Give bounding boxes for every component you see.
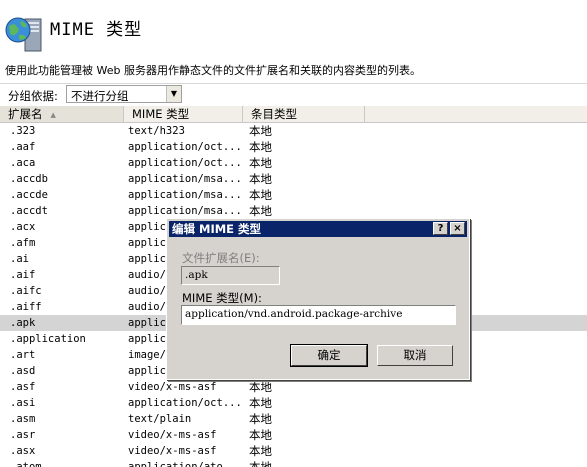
column-header-entry-type[interactable]: 条目类型 <box>243 106 365 122</box>
extension-label: 文件扩展名(E): <box>182 251 260 265</box>
table-row[interactable]: .asr video/x-ms-asf 本地 <box>0 427 587 443</box>
cancel-button[interactable]: 取消 <box>377 345 453 366</box>
table-row[interactable]: .accdt application/msa... 本地 <box>0 203 587 219</box>
group-by-select[interactable]: 不进行分组 ▼ <box>66 85 182 103</box>
group-by-label: 分组依据: <box>8 89 58 103</box>
cell-mime-type: video/x-ms-asf <box>128 445 217 457</box>
mime-type-input[interactable]: application/vnd.android.package-archive <box>181 305 456 325</box>
cell-extension: .apk <box>10 317 36 329</box>
cell-extension: .accdb <box>10 173 48 185</box>
column-headers: 扩展名 ▲ MIME 类型 条目类型 <box>0 106 587 123</box>
edit-mime-type-dialog: 编辑 MIME 类型 ? × 文件扩展名(E): .apk MIME 类型(M)… <box>166 218 470 380</box>
table-row[interactable]: .asx video/x-ms-asf 本地 <box>0 443 587 459</box>
cell-entry-type: 本地 <box>249 396 272 410</box>
cell-extension: .ai <box>10 253 29 265</box>
cell-extension: .asx <box>10 445 36 457</box>
cell-entry-type: 本地 <box>249 444 272 458</box>
cell-mime-type: application/oct... <box>128 157 240 169</box>
cell-entry-type: 本地 <box>249 428 272 442</box>
table-row[interactable]: .atom application/ato... 本地 <box>0 459 587 467</box>
globe-server-icon <box>5 17 42 52</box>
cell-extension: .asr <box>10 429 36 441</box>
table-row[interactable]: .aca application/oct... 本地 <box>0 155 587 171</box>
column-header-mime-type[interactable]: MIME 类型 <box>124 106 243 122</box>
cell-entry-type: 本地 <box>249 156 272 170</box>
cell-extension: .accde <box>10 189 48 201</box>
cell-extension: .aca <box>10 157 36 169</box>
cell-entry-type: 本地 <box>249 124 272 138</box>
cell-extension: .afm <box>10 237 36 249</box>
cell-entry-type: 本地 <box>249 140 272 154</box>
cell-extension: .asm <box>10 413 36 425</box>
cell-extension: .art <box>10 349 36 361</box>
cell-mime-type: video/x-ms-asf <box>128 381 217 393</box>
cell-extension: .aaf <box>10 141 36 153</box>
cell-mime-type: video/x-ms-asf <box>128 429 217 441</box>
cell-extension: .aif <box>10 269 36 281</box>
cell-extension: .atom <box>10 461 42 467</box>
cell-entry-type: 本地 <box>249 172 272 186</box>
page-title: MIME 类型 <box>50 20 143 40</box>
table-row[interactable]: .asf video/x-ms-asf 本地 <box>0 379 587 395</box>
cell-extension: .application <box>10 333 86 345</box>
mime-type-label: MIME 类型(M): <box>182 291 262 305</box>
column-header-extension[interactable]: 扩展名 ▲ <box>0 106 124 122</box>
group-by-value: 不进行分组 <box>71 89 129 103</box>
cell-entry-type: 本地 <box>249 204 272 218</box>
table-row[interactable]: .accde application/msa... 本地 <box>0 187 587 203</box>
help-button[interactable]: ? <box>433 222 448 235</box>
cell-mime-type: text/plain <box>128 413 192 425</box>
table-row[interactable]: .323 text/h323 本地 <box>0 123 587 139</box>
close-button[interactable]: × <box>450 222 465 235</box>
cell-extension: .aiff <box>10 301 42 313</box>
cell-entry-type: 本地 <box>249 460 272 467</box>
cell-entry-type: 本地 <box>249 380 272 394</box>
cell-mime-type: application/msa... <box>128 205 240 217</box>
dialog-title: 编辑 MIME 类型 <box>172 222 262 236</box>
table-row[interactable]: .asi application/oct... 本地 <box>0 395 587 411</box>
table-row[interactable]: .accdb application/msa... 本地 <box>0 171 587 187</box>
cell-mime-type: application/oct... <box>128 141 240 153</box>
cell-extension: .asi <box>10 397 36 409</box>
sort-ascending-icon: ▲ <box>50 110 56 119</box>
cell-mime-type: application/msa... <box>128 189 240 201</box>
dialog-title-bar: 编辑 MIME 类型 ? × <box>169 221 467 237</box>
cell-mime-type: application/ato... <box>128 461 240 467</box>
extension-field: .apk <box>181 266 280 285</box>
ok-button[interactable]: 确定 <box>290 344 368 367</box>
page-description: 使用此功能管理被 Web 服务器用作静态文件的文件扩展名和关联的内容类型的列表。 <box>5 64 421 77</box>
cell-extension: .acx <box>10 221 36 233</box>
cell-mime-type: text/h323 <box>128 125 185 137</box>
cell-extension: .323 <box>10 125 36 137</box>
cell-entry-type: 本地 <box>249 188 272 202</box>
chevron-down-icon[interactable]: ▼ <box>166 86 181 102</box>
cell-extension: .asf <box>10 381 36 393</box>
cell-extension: .aifc <box>10 285 42 297</box>
cell-extension: .asd <box>10 365 36 377</box>
group-by-toolbar: 分组依据: 不进行分组 ▼ <box>0 83 587 106</box>
cell-mime-type: application/msa... <box>128 173 240 185</box>
cell-extension: .accdt <box>10 205 48 217</box>
table-row[interactable]: .asm text/plain 本地 <box>0 411 587 427</box>
cell-mime-type: application/oct... <box>128 397 240 409</box>
cell-entry-type: 本地 <box>249 412 272 426</box>
page-header: MIME 类型 <box>0 0 587 58</box>
table-row[interactable]: .aaf application/oct... 本地 <box>0 139 587 155</box>
